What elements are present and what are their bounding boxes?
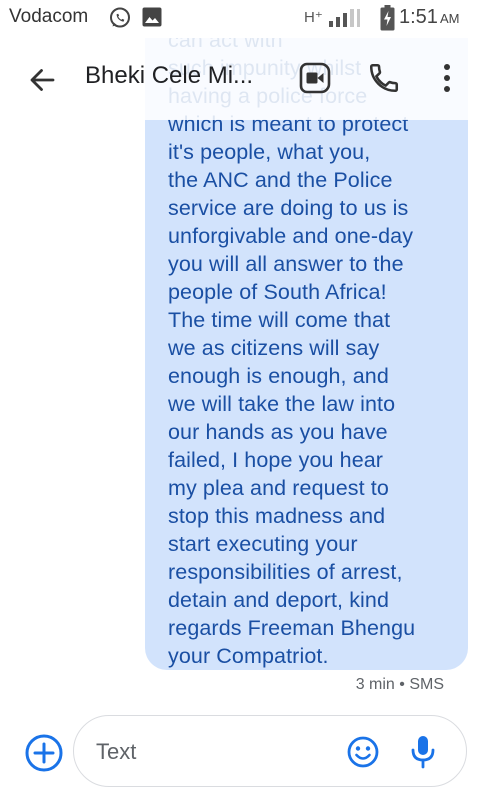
conversation-toolbar: Bheki Cele Mi...: [0, 38, 480, 120]
mic-icon: [411, 736, 435, 769]
phone-call-button[interactable]: [367, 61, 401, 95]
more-options-button[interactable]: [437, 61, 457, 95]
voice-input-button[interactable]: [408, 734, 438, 770]
attach-button[interactable]: [24, 733, 64, 773]
emoji-icon: [347, 736, 379, 768]
clock-time: 1:51: [399, 6, 438, 28]
contact-name[interactable]: Bheki Cele Mi...: [85, 62, 253, 90]
compose-bar: [0, 700, 480, 800]
clock: 1:51 AM: [399, 6, 459, 29]
emoji-button[interactable]: [346, 735, 380, 769]
signal-icon: [327, 7, 363, 34]
whatsapp-icon: [108, 6, 132, 35]
video-call-button[interactable]: [298, 61, 332, 95]
add-circle-icon: [25, 734, 63, 772]
back-button[interactable]: [24, 62, 60, 98]
gallery-icon: [141, 6, 163, 33]
back-arrow-icon: [30, 69, 55, 91]
network-type: H⁺: [304, 9, 323, 26]
carrier-name: Vodacom: [9, 6, 89, 27]
message-input[interactable]: [94, 736, 338, 768]
more-vert-icon: [444, 64, 450, 92]
video-call-icon: [299, 62, 331, 94]
battery-icon: [380, 5, 395, 36]
message-timestamp: 3 min • SMS: [355, 676, 444, 693]
clock-ampm: AM: [439, 11, 460, 26]
compose-field[interactable]: [73, 715, 467, 787]
status-bar: Vodacom H⁺ 1:51 AM: [0, 0, 480, 38]
phone-icon: [369, 63, 399, 93]
